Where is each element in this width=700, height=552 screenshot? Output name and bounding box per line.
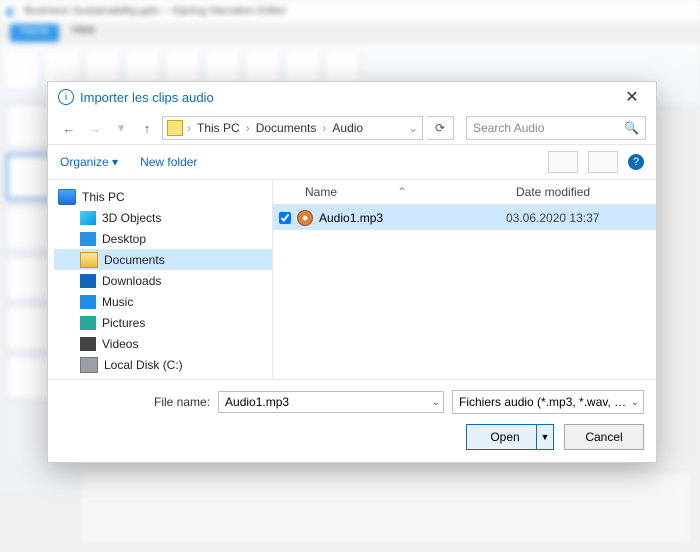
ribbon-tab-view[interactable]: View	[71, 24, 95, 42]
col-name[interactable]: Name	[305, 185, 337, 199]
chevron-down-icon[interactable]: ⌄	[432, 397, 440, 408]
preview-pane-button[interactable]	[588, 151, 618, 173]
organize-menu[interactable]: Organize ▾	[60, 155, 118, 169]
open-split-dropdown[interactable]: ▼	[536, 425, 553, 449]
tree-music[interactable]: Music	[54, 291, 272, 312]
refresh-button[interactable]: ⟳	[427, 116, 454, 140]
file-list: Name⌃ Date modified Audio1.mp3 03.06.202…	[273, 180, 656, 379]
file-type-filter[interactable]: Fichiers audio (*.mp3, *.wav, *.wma) ⌄	[452, 390, 644, 414]
dialog-titlebar: i Importer les clips audio ✕	[48, 82, 656, 112]
col-date[interactable]: Date modified	[516, 185, 656, 199]
up-button[interactable]: ↑	[136, 117, 158, 139]
back-button[interactable]: ←	[58, 117, 80, 139]
tree-documents[interactable]: Documents	[54, 249, 272, 270]
crumb-this-pc[interactable]: This PC	[193, 121, 244, 135]
info-icon: i	[58, 89, 74, 105]
file-list-header[interactable]: Name⌃ Date modified	[273, 180, 656, 205]
app-title: Business Sustainability.pptx – iSpring N…	[24, 5, 286, 17]
tree-videos[interactable]: Videos	[54, 333, 272, 354]
forward-button: →	[84, 117, 106, 139]
filename-label: File name:	[154, 395, 210, 409]
tree-this-pc[interactable]: This PC	[54, 186, 272, 207]
file-date: 03.06.2020 13:37	[506, 211, 646, 225]
audio-file-icon	[297, 210, 313, 226]
pc-icon	[167, 120, 183, 136]
search-input[interactable]: Search Audio 🔍	[466, 116, 646, 140]
recent-dropdown[interactable]: ▾	[110, 117, 132, 139]
help-icon[interactable]: ?	[628, 154, 644, 170]
file-open-dialog: i Importer les clips audio ✕ ← → ▾ ↑ › T…	[47, 81, 657, 463]
ribbon-tab-home[interactable]: Home	[10, 24, 59, 42]
crumb-audio[interactable]: Audio	[328, 121, 367, 135]
file-checkbox[interactable]	[279, 212, 291, 224]
tree-pictures[interactable]: Pictures	[54, 312, 272, 333]
folder-tree: This PC 3D Objects Desktop Documents Dow…	[48, 180, 273, 379]
new-folder-button[interactable]: New folder	[140, 155, 197, 169]
nav-bar: ← → ▾ ↑ › This PC › Documents › Audio ⌄ …	[48, 112, 656, 144]
tree-desktop[interactable]: Desktop	[54, 228, 272, 249]
dialog-toolbar: Organize ▾ New folder ?	[48, 144, 656, 180]
close-icon[interactable]: ✕	[618, 87, 646, 107]
open-button[interactable]: Open ▼	[466, 424, 554, 450]
crumb-documents[interactable]: Documents	[252, 121, 321, 135]
dialog-title: Importer les clips audio	[80, 90, 214, 105]
tree-3d-objects[interactable]: 3D Objects	[54, 207, 272, 228]
chevron-down-icon: ⌄	[631, 397, 639, 408]
cancel-button[interactable]: Cancel	[564, 424, 644, 450]
tree-downloads[interactable]: Downloads	[54, 270, 272, 291]
filename-input[interactable]	[218, 391, 444, 413]
breadcrumb[interactable]: › This PC › Documents › Audio ⌄	[162, 116, 423, 140]
tree-local-disk[interactable]: Local Disk (C:)	[54, 354, 272, 375]
search-icon: 🔍	[624, 121, 639, 135]
file-name: Audio1.mp3	[319, 211, 383, 225]
file-row[interactable]: Audio1.mp3 03.06.2020 13:37	[273, 205, 656, 230]
view-mode-button[interactable]	[548, 151, 578, 173]
